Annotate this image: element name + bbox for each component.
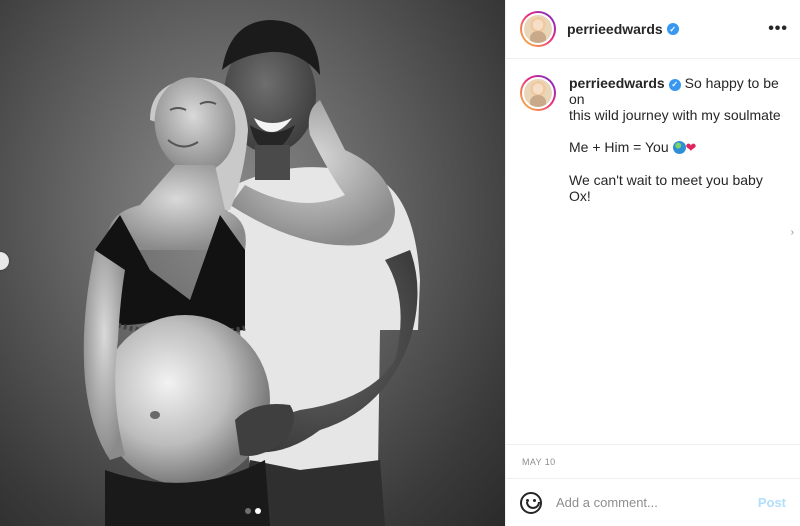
more-options-icon[interactable]: •••	[768, 21, 788, 37]
carousel-dot-active	[254, 508, 261, 514]
caption-line-3: Me + Him = You ❤	[569, 139, 786, 156]
globe-emoji	[672, 141, 686, 154]
post-side-panel: perrieedwards ✓ ••• perrieedwards ✓ So ha…	[505, 0, 800, 526]
avatar[interactable]	[520, 11, 556, 47]
caption-username[interactable]: perrieedwards	[569, 75, 665, 91]
caption: perrieedwards ✓ So happy to be on this wi…	[520, 75, 786, 204]
avatar-image	[522, 13, 554, 45]
comment-input[interactable]	[556, 495, 758, 510]
caption-text-line-2: this wild journey with my soulmate	[569, 107, 781, 123]
caption-text-line-4: We can't wait to meet you baby Ox!	[569, 172, 763, 204]
carousel-dot	[244, 508, 251, 514]
instagram-post: perrieedwards ✓ ••• perrieedwards ✓ So ha…	[0, 0, 800, 526]
post-date[interactable]: MAY 10	[506, 445, 800, 478]
carousel-dots	[0, 508, 505, 514]
post-photo[interactable]	[0, 0, 505, 526]
caption-text: perrieedwards ✓ So happy to be on this wi…	[569, 75, 786, 204]
verified-badge-icon: ✓	[666, 23, 679, 35]
heart-emoji: ❤	[685, 140, 697, 155]
scroll-hint-icon: ›	[790, 227, 794, 238]
header-username[interactable]: perrieedwards	[567, 21, 663, 37]
add-comment-bar: Post	[506, 478, 800, 526]
caption-text-line-3: Me + Him = You	[569, 139, 669, 155]
caption-avatar[interactable]	[520, 75, 556, 111]
photo-illustration	[83, 20, 420, 526]
emoji-smile-icon[interactable]	[520, 491, 542, 514]
post-button[interactable]: Post	[758, 495, 786, 510]
post-header: perrieedwards ✓ •••	[506, 0, 800, 59]
verified-badge-icon: ✓	[668, 79, 681, 91]
comments-area: perrieedwards ✓ So happy to be on this wi…	[506, 59, 800, 444]
caption-line-1: perrieedwards ✓ So happy to be on	[569, 75, 786, 107]
avatar-image	[522, 77, 554, 109]
